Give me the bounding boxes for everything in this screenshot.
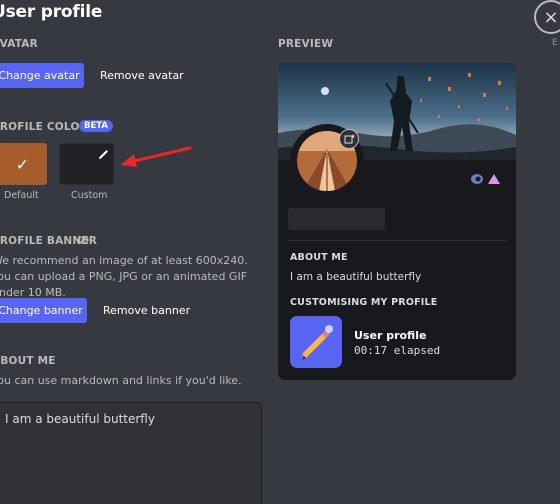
pencil-app-icon <box>290 316 342 368</box>
about-me-label: ABOUT ME <box>0 355 56 367</box>
activity-elapsed: 00:17 elapsed <box>354 344 441 357</box>
close-icon: × <box>543 6 559 28</box>
custom-swatch-caption: Custom <box>71 190 108 201</box>
annotation-arrow <box>120 146 192 167</box>
nitro-badge-icon <box>471 174 483 184</box>
about-me-hint: You can use markdown and links if you'd … <box>0 374 242 387</box>
page-title: User profile <box>0 2 103 22</box>
preview-about-text: I am a beautiful butterfly <box>290 271 422 283</box>
change-avatar-button[interactable]: Change avatar <box>0 63 84 88</box>
username-blurred <box>288 208 385 230</box>
activity-heading: CUSTOMISING MY PROFILE <box>290 297 438 308</box>
default-swatch-caption: Default <box>4 190 39 201</box>
avatar-section-label: AVATAR <box>0 38 38 50</box>
add-image-icon <box>344 134 355 143</box>
close-button[interactable]: × <box>534 0 560 34</box>
about-me-textarea[interactable]: I am a beautiful butterfly <box>0 402 262 504</box>
preview-about-heading: ABOUT ME <box>290 252 348 263</box>
remove-avatar-button[interactable]: Remove avatar <box>100 63 184 88</box>
activity-title: User profile <box>354 329 427 342</box>
beta-badge: BETA <box>79 120 114 132</box>
remove-banner-button[interactable]: Remove banner <box>103 298 190 323</box>
pencil-icon <box>99 150 108 159</box>
profile-preview-card: ABOUT ME I am a beautiful butterfly CUST… <box>278 63 516 380</box>
preview-label: PREVIEW <box>278 38 334 50</box>
hypesquad-badge-icon <box>488 174 500 184</box>
check-icon: ✓ <box>15 154 30 174</box>
change-banner-button[interactable]: Change banner <box>0 298 87 323</box>
default-colour-swatch[interactable]: ✓ <box>0 143 47 185</box>
about-me-value: I am a beautiful butterfly <box>5 412 155 426</box>
esc-label: E <box>552 38 558 48</box>
edit-avatar-button[interactable] <box>339 129 359 149</box>
banner-description: We recommend an image of at least 600x24… <box>0 254 248 299</box>
card-divider <box>288 240 506 241</box>
custom-colour-swatch[interactable] <box>59 143 114 185</box>
eye-off-icon <box>77 235 89 245</box>
